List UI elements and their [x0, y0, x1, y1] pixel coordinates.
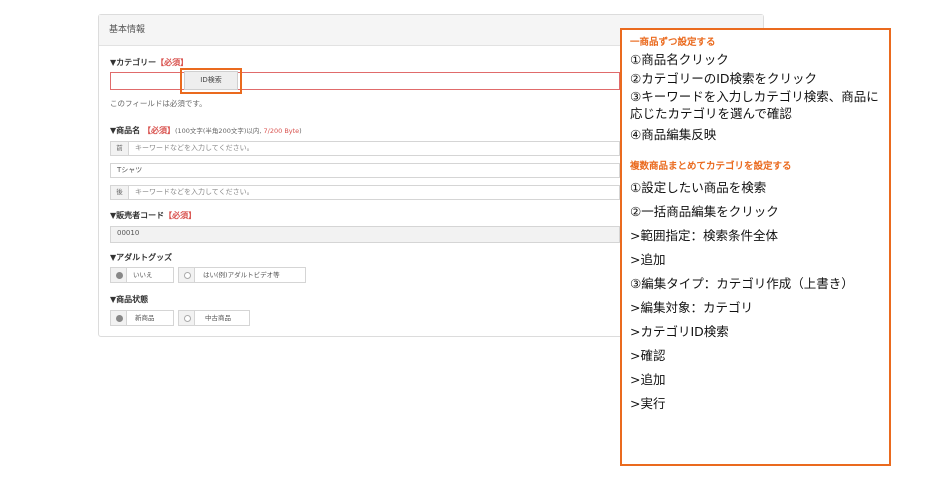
section2-step: >確認 — [630, 348, 666, 363]
product-prefix-input[interactable]: キーワードなどを入力してください。 — [128, 141, 620, 156]
instruction-callout: 一商品ずつ設定する ①商品名クリック ②カテゴリーのID検索をクリック ③キーワ… — [620, 28, 891, 466]
section1-step: ④商品編集反映 — [630, 127, 717, 142]
condition-used-option[interactable]: 中古商品 — [194, 310, 250, 326]
section1-step: ②カテゴリーのID検索をクリック — [630, 71, 818, 86]
section2-step: ①設定したい商品を検索 — [630, 180, 767, 195]
adult-yes-option[interactable]: はい(例)アダルトビデオ等 — [194, 267, 306, 283]
section2-step: >実行 — [630, 396, 666, 411]
condition-label: ▼商品状態 — [110, 295, 149, 304]
condition-new-option[interactable]: 新商品 — [126, 310, 174, 326]
suffix-addon: 後 — [110, 185, 129, 200]
required-badge: 【必須】 — [164, 211, 197, 220]
section2-step: >編集対象：カテゴリ — [630, 300, 753, 315]
category-label: ▼カテゴリー【必須】 — [110, 58, 189, 67]
product-suffix-input[interactable]: キーワードなどを入力してください。 — [128, 185, 620, 200]
adult-yes-radio[interactable] — [178, 267, 195, 283]
section1-step: ③キーワードを入力しカテゴリ検索、商品に応じたカテゴリを選んで確認 — [630, 89, 879, 121]
section2-title: 複数商品まとめてカテゴリを設定する — [630, 161, 792, 172]
seller-code-label: ▼販売者コード【必須】 — [110, 211, 197, 220]
section1-step: ①商品名クリック — [630, 52, 729, 67]
section1-title: 一商品ずつ設定する — [630, 37, 716, 48]
section2-step: ②一括商品編集をクリック — [630, 204, 779, 219]
prefix-addon: 前 — [110, 141, 129, 156]
section2-step: >追加 — [630, 252, 666, 267]
category-validation-message: このフィールドは必須です。 — [110, 99, 207, 108]
section2-step: >範囲指定：検索条件全体 — [630, 228, 778, 243]
section2-step: ③編集タイプ：カテゴリ作成（上書き） — [630, 276, 854, 291]
condition-used-radio[interactable] — [178, 310, 195, 326]
adult-no-option[interactable]: いいえ — [126, 267, 174, 283]
section2-step: >追加 — [630, 372, 666, 387]
adult-no-radio[interactable] — [110, 267, 127, 283]
id-search-highlight — [180, 68, 242, 94]
required-badge: 【必須】 — [142, 126, 175, 135]
section2-step: >カテゴリID検索 — [630, 324, 729, 339]
adult-goods-label: ▼アダルトグッズ — [110, 253, 173, 262]
seller-code-input[interactable]: 00010 — [110, 226, 620, 243]
product-name-input[interactable]: Tシャツ — [110, 163, 620, 178]
condition-new-radio[interactable] — [110, 310, 127, 326]
product-name-label: ▼商品名 【必須】(100文字(半角200文字)以内, 7/200 Byte) — [110, 126, 302, 135]
required-badge: 【必須】 — [156, 58, 189, 67]
byte-count: 7/200 Byte — [263, 127, 300, 135]
